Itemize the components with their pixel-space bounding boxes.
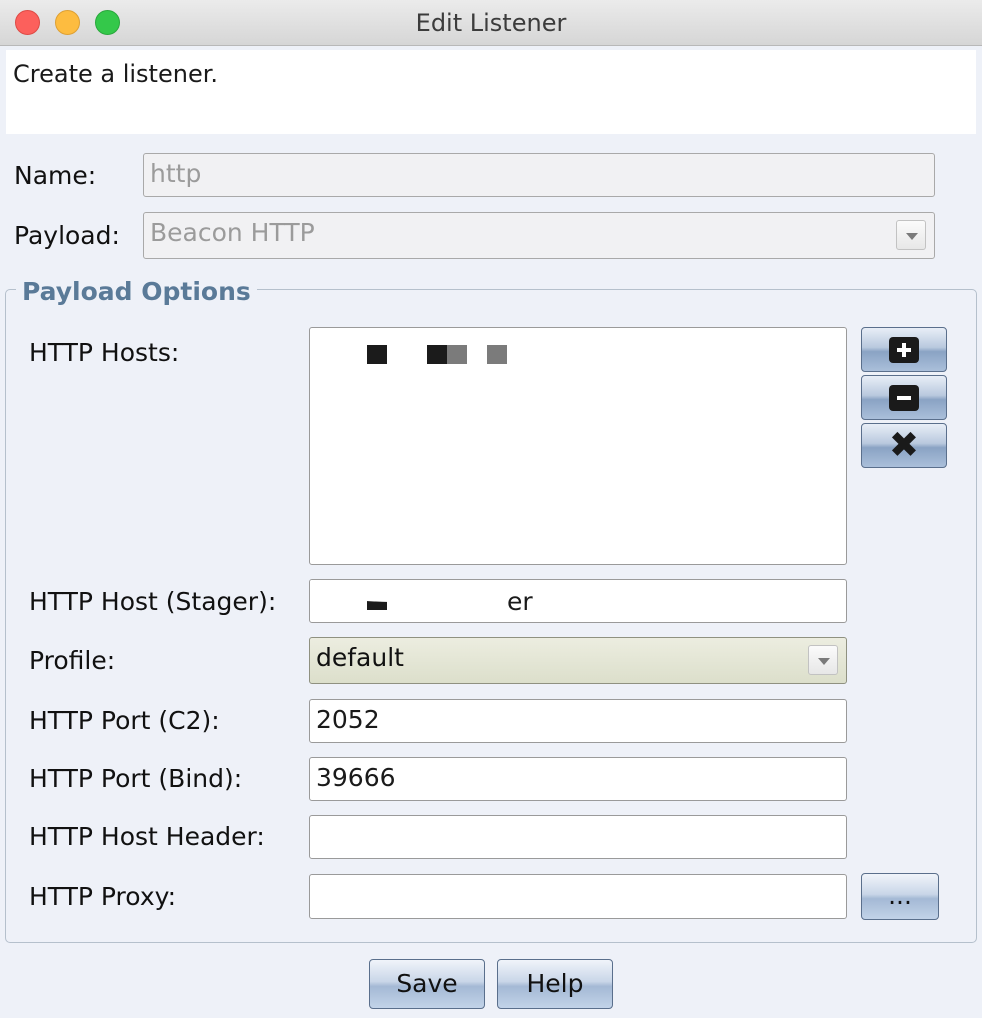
title-bar: Edit Listener [0, 0, 982, 46]
payload-select[interactable]: Beacon HTTP [143, 212, 935, 259]
http-proxy-field[interactable] [309, 874, 847, 919]
http-host-stager-value: er [507, 587, 533, 616]
http-port-c2-label: HTTP Port (C2): [29, 706, 220, 735]
redaction-mark [310, 580, 510, 602]
redaction-mark [367, 345, 387, 364]
payload-options-title: Payload Options [16, 277, 257, 306]
http-proxy-label: HTTP Proxy: [29, 882, 177, 911]
remove-host-button[interactable] [861, 375, 947, 420]
minus-icon [889, 384, 919, 411]
http-hosts-list[interactable] [309, 327, 847, 565]
plus-icon [889, 336, 919, 363]
http-hosts-label: HTTP Hosts: [29, 338, 180, 367]
http-host-stager-label: HTTP Host (Stager): [29, 587, 277, 616]
description-text: Create a listener. [6, 50, 976, 134]
save-button[interactable]: Save [369, 959, 485, 1009]
profile-select[interactable]: default [309, 637, 847, 684]
redaction-mark [447, 345, 467, 364]
redaction-mark [487, 345, 507, 364]
http-host-header-field[interactable] [309, 815, 847, 859]
clear-hosts-button[interactable]: ✖ [861, 423, 947, 468]
chevron-down-icon[interactable] [896, 220, 926, 250]
payload-select-value: Beacon HTTP [150, 218, 315, 247]
http-host-stager-field[interactable]: er [309, 579, 847, 623]
http-port-bind-label: HTTP Port (Bind): [29, 764, 243, 793]
name-label: Name: [14, 161, 97, 190]
http-host-header-label: HTTP Host Header: [29, 822, 265, 851]
window-title: Edit Listener [415, 9, 567, 37]
chevron-down-icon[interactable] [808, 645, 838, 675]
payload-label: Payload: [14, 221, 120, 250]
profile-label: Profile: [29, 646, 116, 675]
http-port-c2-field[interactable]: 2052 [309, 699, 847, 743]
proxy-browse-button[interactable]: ... [861, 873, 939, 920]
help-button[interactable]: Help [497, 959, 613, 1009]
name-field[interactable]: http [143, 153, 935, 197]
redaction-mark [427, 345, 447, 364]
redaction-mark [316, 330, 364, 364]
http-port-bind-field[interactable]: 39666 [309, 757, 847, 801]
close-x-icon: ✖ [888, 424, 920, 466]
profile-select-value: default [316, 643, 404, 672]
add-host-button[interactable] [861, 327, 947, 372]
